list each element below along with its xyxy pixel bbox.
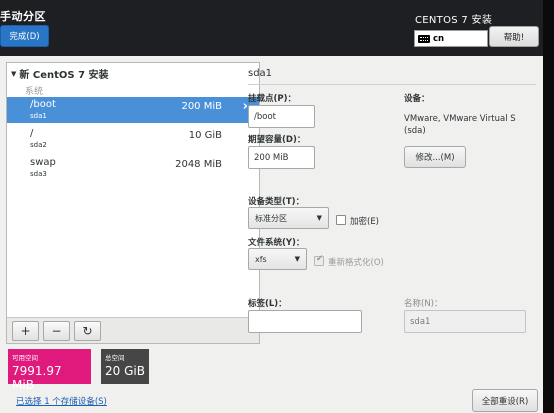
encrypt-label: 加密(E): [350, 217, 380, 227]
partition-toolbar: + − ↻: [6, 317, 260, 344]
partition-size: 10 GiB: [188, 130, 222, 141]
selected-storage-link[interactable]: 已选择 1 个存储设备(S): [16, 395, 107, 407]
available-space-value: 7991.97 MiB: [12, 364, 62, 392]
partition-mount: /boot: [30, 99, 56, 110]
filesystem-value: xfs: [255, 254, 267, 264]
tag-input[interactable]: [248, 310, 362, 333]
modify-button[interactable]: 修改...(M): [404, 146, 466, 168]
done-button[interactable]: 完成(D): [0, 25, 49, 47]
mount-point-input[interactable]: /boot: [248, 105, 315, 128]
device-description: VMware, VMware Virtual S (sda): [404, 114, 516, 136]
partition-item-boot[interactable]: /boot sda1 200 MiB ›: [7, 97, 259, 123]
keyboard-layout-label: cn: [433, 33, 445, 44]
add-partition-button[interactable]: +: [12, 321, 39, 341]
detail-title: sda1: [248, 68, 273, 79]
partition-mount: /: [30, 128, 34, 139]
device-type-select[interactable]: 标准分区 ▼: [248, 207, 329, 229]
dropdown-arrow-icon: ▼: [294, 255, 300, 263]
dropdown-arrow-icon: ▼: [316, 214, 322, 222]
product-title: CENTOS 7 安装: [415, 15, 493, 26]
capacity-label: 期望容量(D)：: [248, 135, 306, 145]
tag-label: 标签(L)：: [248, 299, 287, 309]
partition-device: sda3: [30, 170, 47, 178]
encrypt-checkbox[interactable]: [336, 215, 346, 225]
keyboard-layout-indicator[interactable]: cn: [414, 30, 488, 47]
keyboard-icon: [418, 34, 430, 43]
partition-list-panel: ▼ 新 CentOS 7 安装 系统 /boot sda1 200 MiB › …: [6, 62, 260, 344]
name-label: 名称(N)：: [404, 299, 443, 309]
device-type-value: 标准分区: [255, 213, 287, 223]
partition-size: 200 MiB: [181, 101, 222, 112]
expander-arrow-icon: ▼: [11, 69, 17, 78]
mount-point-label: 挂载点(P)：: [248, 94, 296, 104]
filesystem-label: 文件系统(Y)：: [248, 238, 305, 248]
partition-item-swap[interactable]: swap sda3 2048 MiB: [7, 155, 259, 181]
available-space-card: 可用空间 7991.97 MiB: [8, 349, 91, 392]
top-header: 手动分区 完成(D) CENTOS 7 安装 cn 帮助!: [0, 0, 554, 56]
page-title: 手动分区: [0, 10, 46, 23]
checkmark-icon: ✔: [316, 254, 324, 264]
refresh-button[interactable]: ↻: [74, 321, 101, 341]
partition-device: sda2: [30, 141, 47, 149]
reformat-checkbox[interactable]: ✔: [314, 254, 324, 266]
window-edge: [543, 0, 554, 413]
install-expander[interactable]: ▼ 新 CentOS 7 安装: [11, 66, 109, 82]
help-button[interactable]: 帮助!: [489, 26, 539, 47]
available-space-label: 可用空间: [12, 354, 38, 362]
capacity-input[interactable]: 200 MiB: [248, 146, 315, 169]
device-type-label: 设备类型(T)：: [248, 197, 305, 207]
partition-size: 2048 MiB: [175, 159, 222, 170]
partition-device: sda1: [30, 112, 47, 120]
remove-partition-button[interactable]: −: [43, 321, 70, 341]
name-input[interactable]: sda1: [404, 310, 526, 333]
reset-all-button[interactable]: 全部重设(R): [472, 389, 538, 412]
detail-separator: [248, 84, 536, 85]
partition-item-root[interactable]: / sda2 10 GiB: [7, 126, 259, 152]
group-label-system: 系统: [25, 87, 44, 97]
total-space-label: 总空间: [105, 354, 125, 362]
total-space-card: 总空间 20 GiB: [101, 349, 149, 384]
reformat-label: 重新格式化(O): [328, 258, 384, 268]
partition-mount: swap: [30, 157, 56, 168]
total-space-value: 20 GiB: [105, 364, 145, 378]
filesystem-select[interactable]: xfs ▼: [248, 248, 307, 270]
device-label: 设备：: [404, 94, 430, 104]
install-title: 新 CentOS 7 安装: [19, 70, 109, 81]
